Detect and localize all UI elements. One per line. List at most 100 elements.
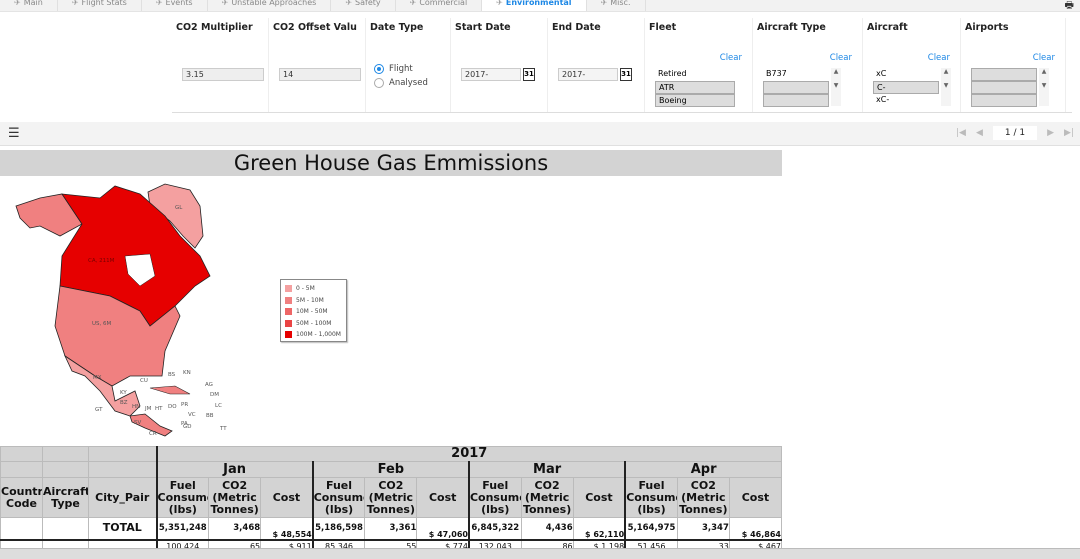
plane-icon: ✈ (71, 0, 79, 7)
plane-icon: ✈ (345, 0, 353, 7)
hamburger-menu-icon[interactable]: ☰ (8, 126, 20, 141)
radio-analysed-label: Analysed (389, 78, 428, 88)
list-item[interactable]: ATR (655, 81, 735, 94)
map-label-ky: KY (120, 390, 127, 396)
list-scrollbar[interactable]: ▲ ▼ (1039, 68, 1049, 106)
column-header: Aircraft Type (42, 477, 89, 518)
list-item[interactable] (971, 94, 1037, 107)
start-date-filter: Start Date 2017- 31 (451, 18, 548, 112)
list-item[interactable]: xC- (873, 94, 939, 107)
list-item[interactable] (763, 81, 829, 94)
aircraft-filter: Aircraft Clear xC C- xC- ▲ ▼ (863, 18, 961, 112)
map-label-pr: PR (181, 402, 188, 408)
column-header: Fuel Consumed (lbs) (311, 477, 366, 518)
legend-label: 5M - 10M (296, 296, 324, 304)
airports-list[interactable] (971, 68, 1037, 107)
filter-panel: CO2 Multiplier 3.15 CO2 Offset Valu 14 D… (172, 18, 1072, 113)
map-label-bz: BZ (120, 400, 128, 406)
airports-clear-link[interactable]: Clear (1033, 53, 1055, 63)
list-scrollbar[interactable]: ▲ ▼ (831, 68, 841, 106)
plane-icon: ✈ (221, 0, 229, 7)
radio-unselected-icon (374, 78, 384, 88)
tab-label: Events (165, 0, 193, 7)
tab-misc-[interactable]: ✈ Misc. (587, 0, 646, 11)
total-cell: $ 62,110 (572, 517, 626, 540)
prev-page-icon[interactable]: ◀ (976, 128, 983, 138)
fleet-label: Fleet (649, 22, 677, 33)
start-date-input[interactable]: 2017- (461, 68, 521, 81)
aircraft-type-label: Aircraft Type (757, 22, 826, 33)
co2-offset-input[interactable]: 14 (279, 68, 361, 81)
last-page-icon[interactable]: ▶| (1064, 128, 1074, 138)
total-cell: $ 47,060 (416, 517, 470, 540)
tab-label: Flight Stats (81, 0, 127, 7)
calendar-icon[interactable]: 31 (620, 68, 632, 81)
tab-flight-stats[interactable]: ✈ Flight Stats (58, 0, 142, 11)
list-item[interactable]: xC (873, 68, 939, 81)
legend-label: 0 - 5M (296, 285, 315, 293)
map-label-do: DO (168, 404, 177, 410)
next-page-icon[interactable]: ▶ (1047, 128, 1054, 138)
end-date-input[interactable]: 2017- (558, 68, 618, 81)
month-header: Feb (311, 461, 470, 478)
total-cell: 3,347 (676, 517, 730, 540)
page-indicator[interactable]: 1 / 1 (992, 126, 1038, 140)
map-label-pa: PA (181, 421, 188, 427)
list-item[interactable] (763, 94, 829, 107)
list-item[interactable]: Boeing (655, 94, 735, 107)
first-page-icon[interactable]: |◀ (956, 128, 966, 138)
total-cell: 3,361 (364, 517, 418, 540)
list-scrollbar[interactable]: ▲ ▼ (941, 68, 951, 106)
map-label-jm: JM (144, 406, 152, 412)
column-header: Fuel Consumed (lbs) (467, 477, 522, 518)
blank-cell (42, 446, 89, 462)
total-cell: 6,845,322 (467, 517, 522, 540)
column-header: Cost (260, 477, 314, 518)
aircraft-list[interactable]: xC C- xC- (873, 68, 939, 107)
fleet-list[interactable]: Retired ATR Boeing (655, 68, 735, 107)
fleet-clear-link[interactable]: Clear (720, 53, 742, 63)
tab-commercial[interactable]: ✈ Commercial (396, 0, 483, 11)
co2-offset-filter: CO2 Offset Valu 14 (269, 18, 366, 112)
tab-unstable-approaches[interactable]: ✈ Unstable Approaches (208, 0, 332, 11)
print-icon[interactable]: 🖶 (1065, 0, 1074, 15)
column-header: City_Pair (88, 477, 157, 518)
month-header: Apr (624, 461, 783, 478)
plane-icon: ✈ (496, 0, 503, 7)
tab-events[interactable]: ✈ Events (142, 0, 208, 11)
list-item[interactable]: C- (873, 81, 939, 94)
map-label-cr: CR (149, 431, 157, 437)
radio-analysed[interactable]: Analysed (374, 78, 428, 88)
map-label-dm: DM (210, 392, 219, 398)
radio-flight[interactable]: Flight (374, 64, 413, 74)
legend-swatch (285, 331, 292, 339)
date-type-filter: Date Type Flight Analysed (366, 18, 451, 112)
legend-swatch (285, 285, 292, 293)
month-header: Jan (155, 461, 314, 478)
total-cell: 5,164,975 (624, 517, 678, 540)
aircraft-label: Aircraft (867, 22, 908, 33)
list-item[interactable]: Retired (655, 68, 735, 81)
co2-multiplier-input[interactable]: 3.15 (182, 68, 264, 81)
map-label-lc: LC (215, 403, 222, 409)
map-label-ht: HT (155, 406, 163, 412)
tab-environmental[interactable]: ✈ Environmental (482, 0, 587, 11)
total-cell: $ 48,554 (260, 517, 314, 540)
report-toolbar: ☰ |◀ ◀ 1 / 1 ▶ ▶| (0, 122, 1080, 146)
list-item[interactable] (971, 68, 1037, 81)
report-title: Green House Gas Emmissions (0, 150, 782, 176)
column-header: Fuel Consumed (lbs) (624, 477, 678, 518)
tab-main[interactable]: ✈ Main (0, 0, 58, 11)
tab-label: Unstable Approaches (231, 0, 317, 7)
calendar-icon[interactable]: 31 (523, 68, 535, 81)
list-item[interactable] (971, 81, 1037, 94)
aircraft-clear-link[interactable]: Clear (928, 53, 950, 63)
tab-safety[interactable]: ✈ Safety (331, 0, 396, 11)
aircraft-type-clear-link[interactable]: Clear (830, 53, 852, 63)
map-label-hn: HN (132, 404, 140, 410)
horizontal-scrollbar[interactable] (0, 548, 1080, 559)
aircraft-type-list[interactable]: B737 (763, 68, 829, 107)
emissions-map: GL CA, 211M US, 6M MX CU KY BZ HN JM HT DO PR BS… (15, 183, 227, 437)
fleet-filter: Fleet Clear Retired ATR Boeing (645, 18, 753, 112)
list-item[interactable]: B737 (763, 68, 829, 81)
